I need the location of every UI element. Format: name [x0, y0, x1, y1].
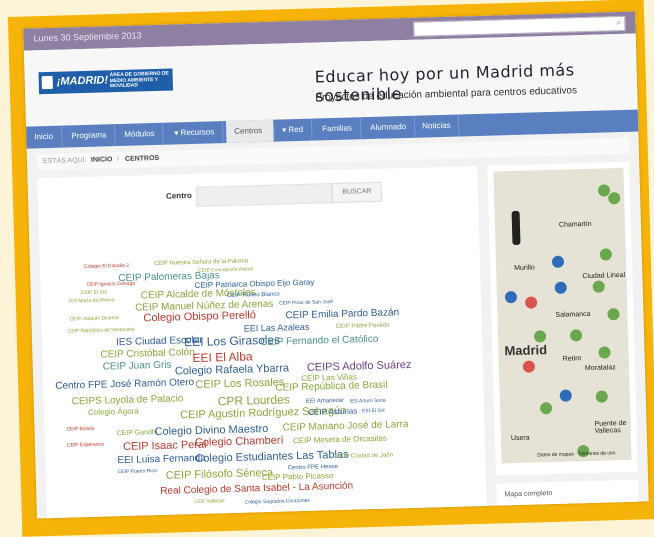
centro-link[interactable]: CEIP Pinar de San José — [279, 299, 333, 307]
centro-link[interactable]: CEIP Juan Gris — [103, 360, 172, 373]
centro-link[interactable]: CEIP República de Venezuela — [68, 327, 135, 335]
nav-programa[interactable]: Programa — [63, 124, 116, 148]
map-marker-icon[interactable] — [504, 290, 518, 304]
map-panel: Chamartín Murillo Ciudad Lineal Salamanca Ma… — [487, 161, 638, 476]
centro-link[interactable]: CEIPS Loyola de Palacio — [72, 393, 184, 407]
centro-link[interactable]: CPR Lourdes — [218, 392, 290, 408]
breadcrumb-current: CENTROS — [124, 154, 160, 163]
map-area-label: Ciudad Lineal — [582, 271, 626, 281]
map-marker-icon[interactable] — [522, 360, 536, 373]
nav-familias[interactable]: Familias — [313, 117, 362, 141]
map-area-label: Moratalaz — [584, 364, 616, 373]
centro-link[interactable]: Colegio Chamberí — [195, 435, 284, 449]
buscar-button[interactable]: BUSCAR — [331, 181, 383, 204]
centros-panel: Colegio El Estudio 2 CEIP Nuestra Señora … — [37, 166, 488, 519]
centro-link[interactable]: CEIP Los Rosales — [195, 376, 284, 390]
map-marker-icon[interactable] — [592, 280, 605, 293]
centro-link[interactable]: CEIP Joaquín Dicenta — [69, 315, 118, 322]
nav-modulos[interactable]: Módulos — [115, 122, 164, 147]
nav-red[interactable]: ▾ Red — [273, 118, 313, 142]
search-icon[interactable]: ⌕ — [616, 17, 621, 28]
logo-area-text: ÁREA DE GOBIERNO DE MEDIO AMBIENTE Y MOV… — [109, 70, 169, 90]
centro-link[interactable]: CEIPS Adolfo Suárez — [307, 359, 412, 374]
centro-link[interactable]: CEIP Fernando el Católico — [260, 334, 378, 348]
centro-link[interactable]: IES María de Molina — [69, 297, 114, 304]
map-marker-icon[interactable] — [551, 255, 565, 268]
map-marker-icon[interactable] — [608, 192, 621, 205]
map-marker-icon[interactable] — [595, 390, 608, 403]
centro-link[interactable]: CEIP Nuestra Señora de la Paloma — [154, 258, 248, 267]
map-marker-icon[interactable] — [607, 308, 620, 321]
coat-of-arms-icon — [41, 75, 53, 90]
centro-label: Centro — [165, 191, 192, 201]
browser-screenshot: Lunes 30 Septiembre 2013 ⌕ ¡MADRID! ÁREA… — [23, 11, 649, 519]
centro-link[interactable]: Colegio Ágora — [88, 407, 139, 417]
centro-search-input[interactable] — [195, 183, 333, 207]
centro-link[interactable]: Colegio Sagrados Corazones — [245, 498, 310, 506]
centro-link[interactable]: Colegio Rafaela Ybarra — [175, 362, 289, 377]
centro-link[interactable]: CEIP Bolivia — [66, 426, 94, 433]
map-marker-icon[interactable] — [554, 281, 567, 294]
centro-link[interactable]: Colegio Estudiantes Las Tablas — [195, 449, 349, 465]
map-area-label: Chamartín — [558, 220, 592, 229]
current-date: Lunes 30 Septiembre 2013 — [33, 30, 142, 44]
map-area-label: Puente de Vallecas — [594, 419, 627, 435]
map-area-label: Madrid — [504, 342, 548, 359]
centro-link[interactable]: CEIP Asturias — [308, 406, 357, 416]
map-marker-icon[interactable] — [559, 389, 572, 402]
centro-link[interactable]: CEIP Esperanza — [67, 442, 104, 449]
centro-link[interactable]: Centro FPE José Ramón Otero — [55, 377, 194, 392]
mapa-completo-link[interactable]: Mapa completo — [504, 490, 552, 498]
map-marker-icon[interactable] — [524, 296, 538, 309]
map-area-label: Usera — [510, 434, 530, 443]
centro-link[interactable]: CEIP República de Brasil — [275, 380, 387, 394]
map-marker-icon[interactable] — [569, 329, 583, 342]
site-search-input[interactable]: ⌕ — [413, 15, 626, 37]
madrid-logo[interactable]: ¡MADRID! ÁREA DE GOBIERNO DE MEDIO AMBIE… — [38, 68, 174, 95]
centro-link[interactable]: EEI Luisa Fernanda — [117, 453, 206, 466]
centro-link[interactable]: CEIP Cristóbal Colón — [100, 347, 195, 361]
centros-map[interactable]: Chamartín Murillo Ciudad Lineal Salamanca Ma… — [493, 167, 632, 464]
centro-link[interactable]: CEIP Filósofo Séneca — [166, 467, 274, 482]
centro-link[interactable]: CEIP Ignacio Zuloaga — [86, 281, 135, 288]
centro-link[interactable]: CEIP Puerto Rico — [118, 468, 157, 475]
nav-alumnado[interactable]: Alumnado — [361, 115, 416, 140]
map-area-label: Retiro — [562, 355, 582, 363]
nav-noticias[interactable]: Noticias — [413, 114, 460, 138]
nav-centros[interactable]: Centros — [225, 119, 275, 144]
breadcrumb-separator: / — [116, 156, 120, 164]
centro-link[interactable]: CEIP Gandhi — [117, 429, 158, 437]
map-area-label: Murillo — [514, 264, 535, 273]
centro-link[interactable]: EEI El Alba — [192, 349, 252, 365]
nav-recursos[interactable]: ▾ Recursos — [165, 121, 224, 145]
map-marker-icon[interactable] — [598, 346, 611, 359]
centro-link[interactable]: CEIP Emilia Pardo Bazán — [285, 307, 399, 321]
centro-link[interactable]: Colegio Obispo Perelló — [143, 309, 256, 324]
map-area-label: Salamanca — [555, 310, 591, 319]
breadcrumb-home[interactable]: INICIO — [91, 156, 113, 164]
centro-link[interactable]: IES Arturo Soria — [350, 398, 386, 405]
map-marker-icon[interactable] — [533, 330, 547, 343]
map-legal-text[interactable]: Datos de mapas · Términos de uso — [537, 450, 615, 458]
centro-link[interactable]: Real Colegio de Santa Isabel - La Asunci… — [160, 481, 353, 497]
breadcrumb-prefix: ESTÁS AQUÍ: — [42, 156, 87, 166]
centro-link[interactable]: CEIP Ciudad de Jaén — [335, 452, 393, 460]
centro-link[interactable]: CEIP Meseta de Orcasitas — [293, 434, 387, 446]
centro-link[interactable]: CEE Vallecas — [194, 498, 224, 505]
map-marker-icon[interactable] — [539, 402, 553, 415]
logo-madrid-text: ¡MADRID! — [56, 74, 109, 88]
centro-link[interactable]: CEIP Padre Poveda — [336, 323, 390, 330]
centro-link[interactable]: Colegio El Estudio 2 — [84, 263, 129, 270]
map-zoom-control[interactable] — [511, 210, 521, 246]
centro-link[interactable]: CEIP El Sol — [81, 289, 107, 296]
centro-link[interactable]: EEI Amanecer — [306, 398, 345, 405]
centro-link[interactable]: EEI El Sol — [362, 408, 385, 415]
nav-inicio[interactable]: Inicio — [26, 125, 63, 149]
centros-tag-cloud: Colegio El Estudio 2 CEIP Nuestra Señora … — [37, 166, 487, 518]
centro-link[interactable]: CEIP Mariano José de Larra — [282, 419, 408, 434]
map-marker-icon[interactable] — [599, 248, 612, 261]
